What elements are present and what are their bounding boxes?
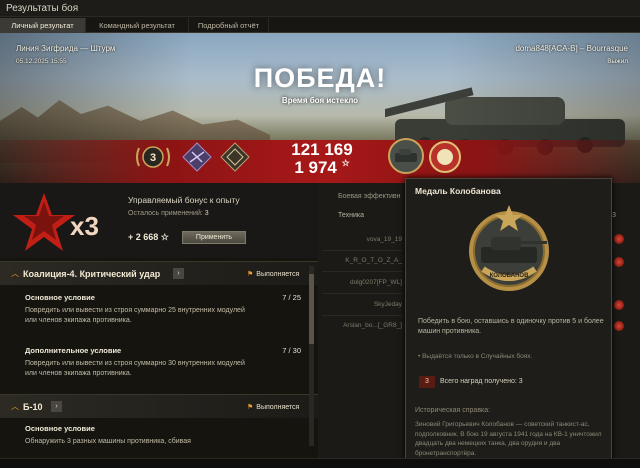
enemy-player-row[interactable]: K_R_O_T_O_Z_A_ <box>322 257 402 264</box>
mission-title: Коалиция-4. Критический удар <box>23 269 161 279</box>
medal-note: • Выдаётся только в Случайных боях. <box>418 353 533 360</box>
history-text: Зиновий Григорьевич Колобанов — советски… <box>415 421 602 457</box>
destroyed-icon <box>614 300 624 310</box>
credits-value: 121 169 <box>291 140 353 159</box>
condition-progress: 7 / 25 <box>282 293 301 302</box>
kolobanov-medal-large-icon: КОЛОБАНОВ <box>469 205 549 291</box>
mission-title: Б-10 <box>23 402 43 412</box>
efficiency-header: Боевая эффективн <box>338 193 401 200</box>
tab-detailed-report[interactable]: Подробный отчёт <box>189 18 269 33</box>
destroyed-icon <box>614 257 624 267</box>
destroyed-icon <box>614 234 624 244</box>
map-name: Линия Зигфрида — Штурм <box>16 44 116 53</box>
window-title: Результаты боя <box>6 3 79 14</box>
condition-text: Повредить или вывести из строя суммарно … <box>25 307 245 324</box>
tooltip-title: Медаль Колобанова <box>415 186 501 196</box>
player-vehicle: doma848[ACA-B] – Bourrasque <box>515 44 628 53</box>
order-medal-icon[interactable] <box>428 140 462 174</box>
battle-result-reason: Время боя истекло <box>281 96 359 105</box>
condition-text: Обнаружить 3 разных машины противника, с… <box>25 438 191 445</box>
medal-engraving: КОЛОБАНОВ <box>490 273 529 279</box>
xp-value: 1 974 ☆ <box>272 158 372 178</box>
tab-team-result[interactable]: Командный результат <box>86 18 189 33</box>
enemy-player-row[interactable]: dolg0207[FP_WL] <box>322 279 402 286</box>
missions-scrollbar[interactable] <box>309 266 314 446</box>
vehicle-column-header: Техника <box>338 212 365 219</box>
bottom-bar <box>0 458 640 468</box>
achievement-icon-2[interactable] <box>218 140 252 174</box>
window-titlebar: Результаты боя <box>0 0 640 17</box>
row-divider <box>322 293 402 294</box>
xp-multiplier-star-icon: x3 <box>13 193 99 251</box>
collapse-caret-icon[interactable]: ︿ <box>11 268 19 279</box>
scrollbar-thumb[interactable] <box>309 274 314 344</box>
xp-multiplier-label: x3 <box>70 211 99 241</box>
row-divider <box>322 271 402 272</box>
condition-title: Дополнительное условие <box>25 346 122 355</box>
history-title: Историческая справка: <box>415 407 491 414</box>
chevron-right-icon[interactable]: › <box>51 401 62 412</box>
battle-result: ПОБЕДА! <box>253 63 387 93</box>
efficiency-count: 3 <box>612 212 616 219</box>
remaining-label: Осталось применений: <box>128 210 203 217</box>
mission-header[interactable]: ︿ Коалиция-4. Критический удар › ⚑ Выполн… <box>0 261 318 285</box>
rank-badge-icon[interactable]: 3 <box>133 142 173 172</box>
tab-personal-result[interactable]: Личный результат <box>0 18 86 33</box>
medal-count: 3 Всего наград получено: 3 <box>415 376 603 389</box>
enemy-player-row[interactable]: vova_19_19 <box>322 236 402 243</box>
xp-number: 1 974 <box>294 158 337 177</box>
xp-bonus-amount: + 2 668 ☆ <box>128 232 169 242</box>
medal-description: Победить в бою, оставшись в одиночку про… <box>418 318 604 335</box>
xp-bonus-remaining: Осталось применений: 3 <box>128 210 209 217</box>
medal-count-label: Всего наград получено: 3 <box>440 378 523 385</box>
condition-title: Основное условие <box>25 293 95 302</box>
achievement-icon-1[interactable] <box>180 140 214 174</box>
rank-badge-value: 3 <box>150 152 156 164</box>
xp-star-icon: ☆ <box>341 158 350 168</box>
medal-tooltip: Медаль Колобанова КОЛОБАНОВ Победить в б… <box>405 178 612 468</box>
mission-status-label: Выполняется <box>256 404 300 411</box>
mission-status: ⚑ Выполняется <box>247 270 299 278</box>
enemy-player-row[interactable]: Arslan_bo...[_GR8_] <box>322 322 402 329</box>
kolobanov-medal-icon[interactable] <box>387 137 425 175</box>
chevron-right-icon[interactable]: › <box>173 268 184 279</box>
remaining-value: 3 <box>204 210 209 217</box>
apply-bonus-button[interactable]: Применить <box>182 231 246 244</box>
xp-bonus-panel: x3 Управляемый бонус к опыту Осталось пр… <box>0 183 318 258</box>
row-divider <box>322 315 402 316</box>
missions-list: ︿ Коалиция-4. Критический удар › ⚑ Выполн… <box>0 258 318 468</box>
collapse-caret-icon[interactable]: ︿ <box>11 401 19 412</box>
condition-progress: 7 / 30 <box>282 346 301 355</box>
row-divider <box>322 250 402 251</box>
condition-title: Основное условие <box>25 424 95 433</box>
enemy-player-row[interactable]: SkyJeday <box>322 301 402 308</box>
tab-bar: Личный результат Командный результат Под… <box>0 17 640 33</box>
flag-icon: ⚑ <box>247 404 254 411</box>
condition-text: Повредить или вывести из строя суммарно … <box>25 360 245 377</box>
mission-status: ⚑ Выполняется <box>247 403 299 411</box>
mission-header[interactable]: ︿ Б-10 › ⚑ Выполняется <box>0 394 318 418</box>
xp-bonus-title: Управляемый бонус к опыту <box>128 195 240 205</box>
mission-status-label: Выполняется <box>256 271 300 278</box>
destroyed-icon <box>614 321 624 331</box>
medal-count-badge: 3 <box>419 376 435 388</box>
flag-icon: ⚑ <box>247 271 254 278</box>
